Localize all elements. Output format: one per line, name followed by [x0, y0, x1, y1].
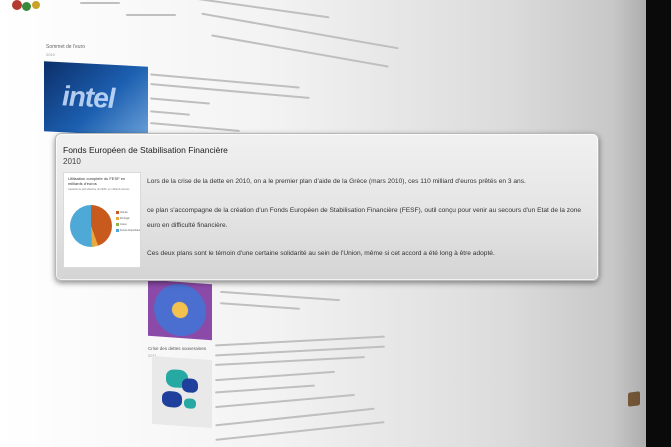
card-title: Fonds Européen de Stabilisation Financiè… — [63, 145, 228, 155]
text-line — [211, 34, 389, 68]
text-line — [201, 12, 399, 50]
text-line — [215, 370, 335, 382]
text-line — [215, 421, 385, 441]
header-line — [126, 14, 176, 16]
info-popup-card[interactable]: Fonds Européen de Stabilisation Financiè… — [55, 133, 599, 281]
text-line — [220, 290, 340, 302]
fesf-chart-thumbnail[interactable]: Utilisation complète du FESF en milliard… — [63, 172, 141, 268]
text-line — [150, 97, 210, 105]
text-line — [150, 122, 240, 132]
card-paragraph-3: Ces deux plans sont le témoin d'une cert… — [147, 250, 495, 257]
text-line — [215, 393, 355, 409]
pie-chart — [70, 205, 112, 247]
legend-item: Grèce — [116, 223, 127, 226]
thumbnail-title: Utilisation complète du FESF en milliard… — [68, 176, 126, 186]
section-title: Sommet de l'euro — [46, 44, 86, 50]
site-logo — [8, 0, 64, 18]
eu-thumbnail[interactable] — [148, 279, 212, 341]
text-line — [215, 384, 315, 394]
card-paragraph-2: ce plan s'accompagne de la création d'un… — [147, 207, 582, 229]
legend-item: Irlande — [116, 211, 128, 214]
intel-thumbnail[interactable]: intel — [44, 61, 148, 137]
text-line — [215, 356, 365, 366]
text-line — [220, 302, 300, 310]
card-paragraph-1: Lors de la crise de la dette en 2010, on… — [147, 178, 526, 185]
text-line — [215, 345, 385, 357]
bottom-section-title: Crise des dettes souveraines — [148, 346, 207, 351]
text-line — [215, 407, 375, 427]
card-year: 2010 — [63, 157, 81, 166]
legend-item: Portugal — [116, 217, 129, 220]
header-line — [180, 0, 330, 19]
text-line — [149, 110, 191, 116]
section-year: 2010 — [46, 52, 55, 57]
europe-map-thumbnail[interactable] — [152, 355, 212, 429]
legend-item: Fonds disponibles — [116, 229, 140, 232]
right-black-bar — [646, 0, 671, 447]
thumbnail-subtitle: Capacité de prêt effective du FESF, en m… — [68, 188, 130, 191]
header-line — [80, 2, 120, 4]
text-line — [215, 335, 385, 347]
